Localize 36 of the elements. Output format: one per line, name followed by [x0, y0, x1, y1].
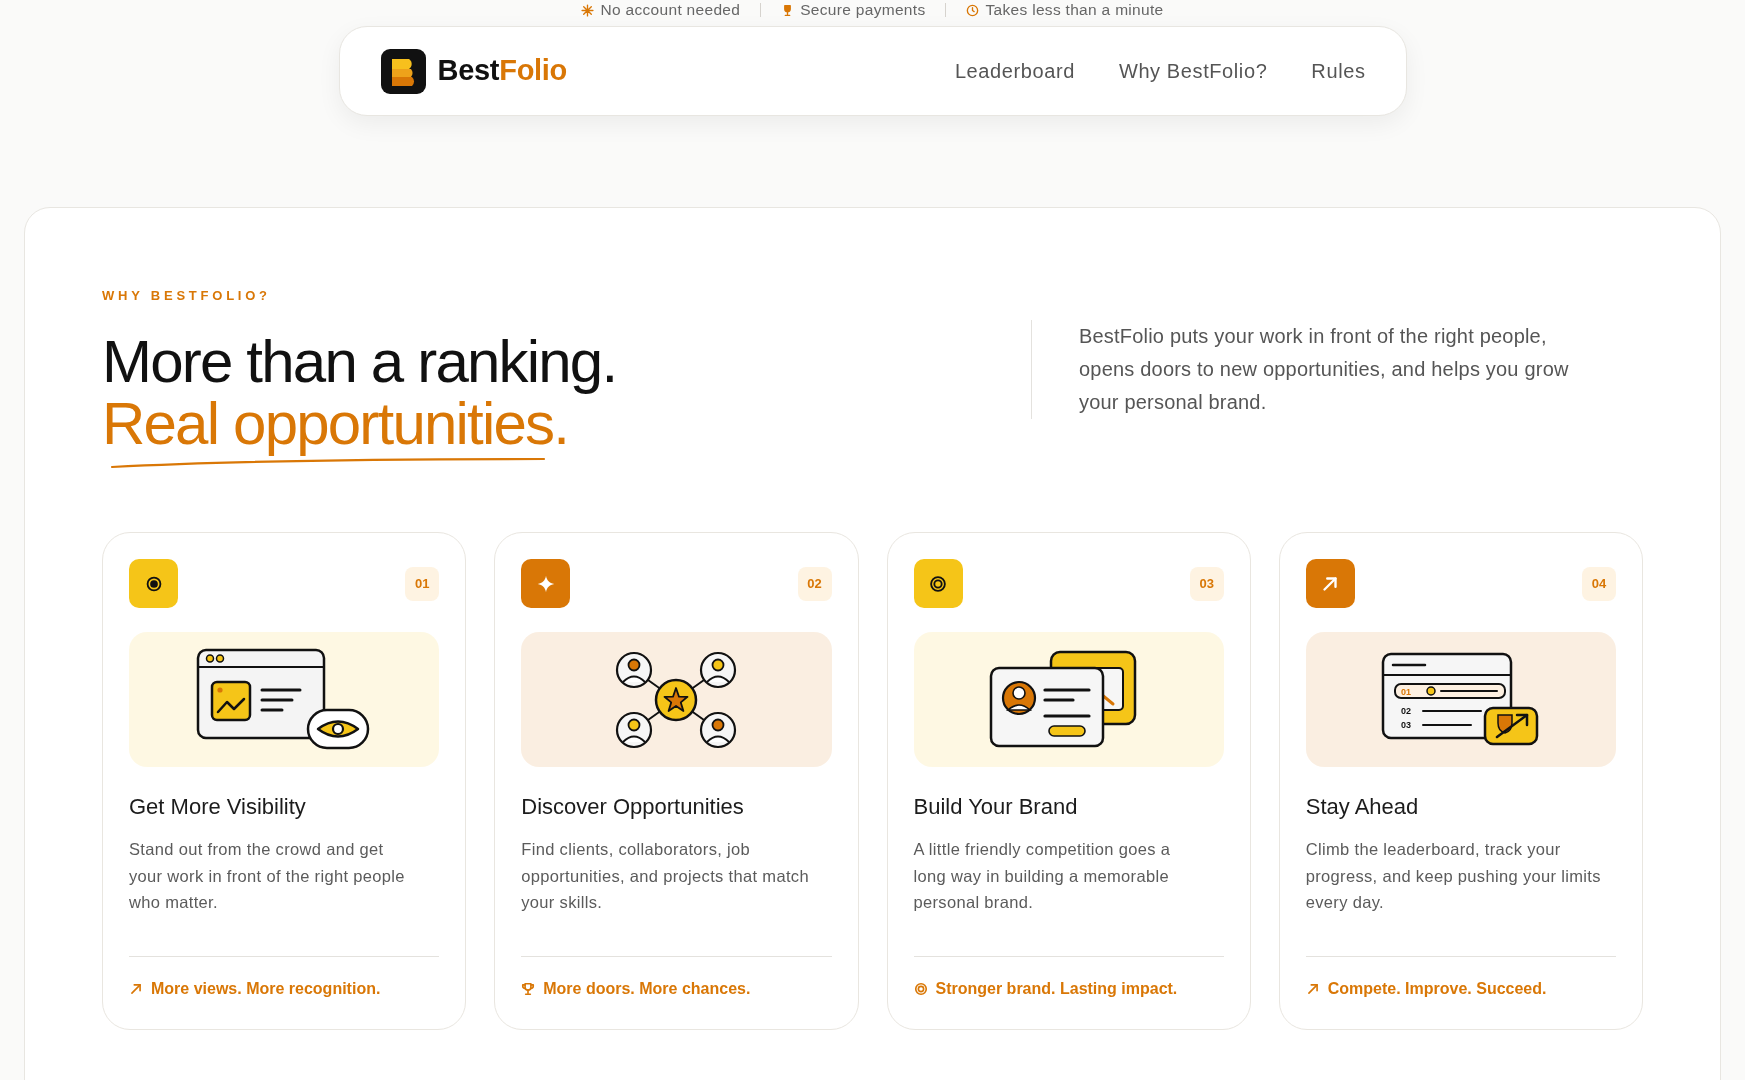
card-description: Stand out from the crowd and get your work in front of the right people who matter. [129, 839, 405, 913]
card-tagline: More views. More recognition. [151, 978, 381, 999]
card-description: A little friendly competition goes a long way in building a memorable personal brand. [913, 839, 1171, 913]
card-description: Find clients, collaborators, job opportunities, and projects that match your skills. [521, 839, 809, 913]
section-eyebrow: WHY BESTFOLIO? [102, 288, 271, 304]
card-tagline: Compete. Improve. Succeed. [1327, 978, 1547, 999]
nav-link[interactable]: Why BestFolio? [1118, 56, 1268, 86]
card-description: Climb the leaderboard, track your progress, and keep pushing your limits every day. [1305, 839, 1601, 913]
card-tagline: Stronger brand. Lasting impact. [935, 978, 1178, 999]
trust-text: No account needed [600, 0, 741, 20]
card-title: Stay Ahead [1305, 793, 1419, 821]
trophy-icon [521, 981, 536, 996]
logo-icon[interactable] [380, 48, 426, 94]
card-number: 03 [1189, 566, 1224, 601]
arrow-icon [129, 981, 143, 996]
card-number: 02 [797, 566, 832, 601]
trust-text: Secure payments [800, 0, 926, 20]
card-number: 04 [1582, 566, 1616, 601]
clock-icon [966, 3, 980, 17]
card-title: Build Your Brand [913, 793, 1078, 821]
leaderboard-drawing: 01 02 03 [1380, 651, 1541, 748]
nav-link[interactable]: Rules [1311, 56, 1366, 86]
trust-text: Takes less than a minute [985, 0, 1164, 20]
card-tagline: More doors. More chances. [543, 978, 751, 999]
brand-name[interactable]: BestFolio [437, 49, 567, 93]
nav-link[interactable]: Leaderboard [954, 56, 1075, 86]
asterisk-icon [581, 3, 595, 17]
arrow-icon [1305, 981, 1320, 996]
ring-icon [913, 981, 928, 996]
card-title: Discover Opportunities [521, 793, 744, 821]
card-title: Get More Visibility [129, 793, 306, 821]
card-number: 01 [405, 566, 440, 601]
headline-highlight: Real opportunities. [102, 393, 569, 455]
intro-text: BestFolio puts your work in front of the right people, opens doors to new opportunities, and helps you grow your personal brand. [1079, 324, 1569, 415]
headline: More than a ranking. [102, 331, 617, 393]
underline-stroke-icon [110, 457, 546, 469]
